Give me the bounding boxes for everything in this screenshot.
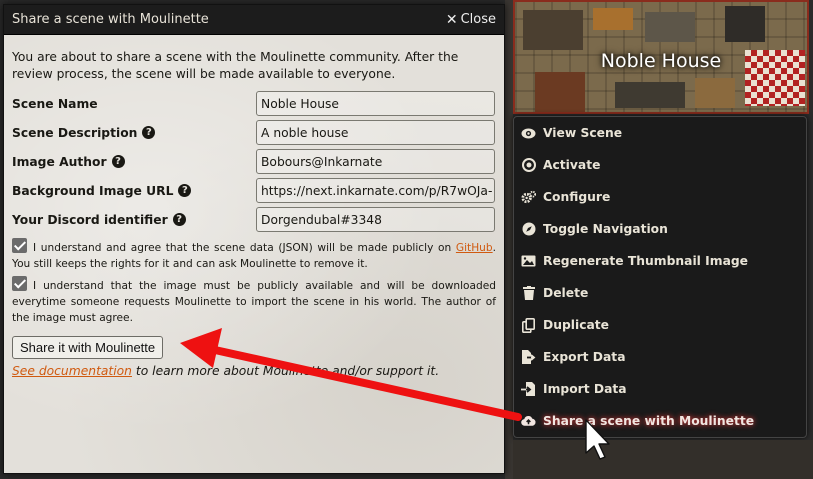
menu-item-label: Activate (543, 158, 601, 172)
scene-context-menu: View Scene Activate Configure Toggle Nav… (513, 116, 807, 438)
menu-item-label: Duplicate (543, 318, 609, 332)
dialog-title: Share a scene with Moulinette (12, 12, 209, 27)
field-label: Your Discord identifier (12, 212, 168, 227)
background-url-input[interactable]: https://next.inkarnate.com/p/R7wOJa- (256, 178, 495, 203)
menu-item-label: Share a scene with Moulinette (543, 414, 755, 428)
field-scene-name: Scene Name Noble House (12, 89, 496, 118)
field-label: Image Author (12, 154, 107, 169)
agree-json-text-a: I understand and agree that the scene da… (33, 242, 456, 254)
menu-item-label: Export Data (543, 350, 626, 364)
dialog-body: You are about to share a scene with the … (4, 35, 504, 473)
github-link[interactable]: GitHub (456, 242, 493, 254)
import-icon (521, 382, 536, 397)
agree-json-check-row: I understand and agree that the scene da… (12, 238, 496, 272)
help-icon[interactable]: ? (142, 126, 156, 139)
menu-item-label: Toggle Navigation (543, 222, 668, 236)
share-scene-dialog: Share a scene with Moulinette ✕ Close Yo… (3, 4, 505, 474)
compass-icon (521, 222, 536, 237)
image-author-input[interactable]: Bobours@Inkarnate (256, 149, 495, 174)
close-icon: ✕ (445, 11, 458, 28)
share-with-moulinette-button[interactable]: Share it with Moulinette (12, 336, 164, 359)
scene-description-input[interactable]: A noble house (256, 120, 495, 145)
menu-item-export-data[interactable]: Export Data (514, 341, 806, 373)
copy-icon (521, 317, 536, 333)
field-discord-identifier: Your Discord identifier? Dorgendubal#334… (12, 205, 496, 234)
help-icon[interactable]: ? (172, 213, 186, 226)
intro-text: You are about to share a scene with the … (12, 50, 459, 81)
cogs-icon (521, 190, 536, 205)
close-label: Close (460, 12, 496, 27)
menu-item-share-moulinette[interactable]: Share a scene with Moulinette (514, 405, 806, 437)
trash-icon (521, 286, 536, 301)
field-label: Scene Description (12, 125, 138, 140)
field-image-author: Image Author? Bobours@Inkarnate (12, 147, 496, 176)
image-icon (521, 254, 536, 269)
cloud-upload-icon (521, 414, 536, 429)
target-icon (521, 158, 536, 173)
documentation-line: See documentation to learn more about Mo… (12, 364, 496, 378)
menu-item-label: Delete (543, 286, 589, 300)
agree-image-check-row: I understand that the image must be publ… (12, 276, 496, 326)
map-room (523, 10, 583, 50)
field-label: Scene Name (12, 96, 98, 111)
eye-icon (521, 126, 536, 141)
discord-id-input[interactable]: Dorgendubal#3348 (256, 207, 495, 232)
menu-item-import-data[interactable]: Import Data (514, 373, 806, 405)
menu-item-label: View Scene (543, 126, 623, 140)
help-icon[interactable]: ? (178, 184, 192, 197)
map-room (593, 8, 633, 30)
agree-image-checkbox[interactable] (12, 276, 27, 291)
menu-item-duplicate[interactable]: Duplicate (514, 309, 806, 341)
map-room (695, 78, 735, 108)
field-label: Background Image URL (12, 183, 174, 198)
menu-item-activate[interactable]: Activate (514, 149, 806, 181)
menu-item-label: Import Data (543, 382, 627, 396)
menu-item-delete[interactable]: Delete (514, 277, 806, 309)
scene-thumbnail[interactable]: Noble House (513, 0, 809, 114)
help-icon[interactable]: ? (111, 155, 125, 168)
see-documentation-link[interactable]: See documentation (12, 364, 132, 378)
map-room (535, 72, 585, 112)
window-divider (505, 0, 513, 479)
scene-name-input[interactable]: Noble House (256, 91, 495, 116)
map-room (645, 12, 695, 42)
map-room (725, 6, 765, 42)
export-icon (521, 350, 536, 365)
dialog-header[interactable]: Share a scene with Moulinette ✕ Close (4, 5, 504, 35)
sidebar-bottom (513, 440, 813, 479)
menu-item-toggle-navigation[interactable]: Toggle Navigation (514, 213, 806, 245)
close-button[interactable]: ✕ Close (446, 12, 496, 28)
menu-item-regenerate-thumbnail[interactable]: Regenerate Thumbnail Image (514, 245, 806, 277)
scene-title: Noble House (600, 50, 722, 72)
menu-item-view-scene[interactable]: View Scene (514, 117, 806, 149)
agree-json-checkbox[interactable] (12, 238, 27, 253)
menu-item-configure[interactable]: Configure (514, 181, 806, 213)
menu-item-label: Configure (543, 190, 611, 204)
documentation-text: to learn more about Moulinette and/or su… (131, 364, 440, 378)
agree-image-text: I understand that the image must be publ… (12, 280, 496, 324)
menu-item-label: Regenerate Thumbnail Image (543, 254, 749, 268)
field-background-image-url: Background Image URL? https://next.inkar… (12, 176, 496, 205)
field-scene-description: Scene Description? A noble house (12, 118, 496, 147)
map-room (615, 82, 685, 108)
